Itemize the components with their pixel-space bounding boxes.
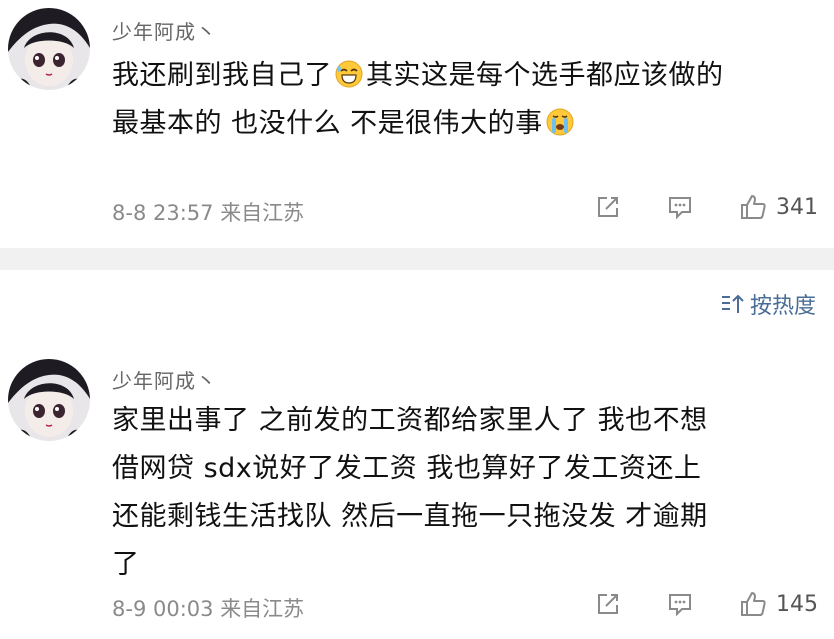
comment-actions: 145 — [594, 589, 818, 619]
share-button[interactable] — [594, 590, 622, 618]
comment-icon — [669, 594, 691, 617]
share-button[interactable] — [594, 193, 622, 221]
location: 来自江苏 — [220, 201, 305, 225]
comment-text: 我还刷到我自己了 其实这是每个选手都应该做的 最基本的 也没什么 不是很伟大的事 — [112, 52, 824, 148]
share-icon — [598, 197, 618, 217]
avatar[interactable] — [8, 359, 90, 441]
username[interactable]: 少年阿成丶 — [112, 16, 217, 45]
crying-emoji-icon — [545, 105, 575, 136]
like-button[interactable]: 145 — [738, 589, 818, 619]
comment-meta: 8-9 00:03 来自江苏 — [112, 593, 304, 623]
like-button[interactable]: 341 — [738, 192, 818, 222]
like-count: 341 — [776, 194, 818, 220]
username[interactable]: 少年阿成丶 — [112, 365, 217, 394]
timestamp: 8-8 23:57 — [112, 201, 214, 225]
reply-button[interactable] — [666, 590, 694, 618]
avatar[interactable] — [8, 8, 90, 90]
share-icon — [598, 594, 618, 614]
like-count: 145 — [776, 591, 818, 617]
thumbs-up-icon — [741, 195, 766, 219]
grin-sweat-emoji-icon — [334, 57, 364, 88]
comment-icon — [669, 197, 691, 220]
reply-button[interactable] — [666, 193, 694, 221]
sort-label: 按热度 — [749, 294, 816, 319]
comment-actions: 341 — [594, 192, 818, 222]
section-divider — [0, 248, 834, 270]
thumbs-up-icon — [741, 592, 766, 616]
comment-meta: 8-8 23:57 来自江苏 — [112, 197, 304, 227]
sort-by-hot-button[interactable]: 按热度 — [720, 288, 816, 320]
location: 来自江苏 — [220, 597, 305, 621]
timestamp: 8-9 00:03 — [112, 597, 214, 621]
sort-icon — [721, 294, 744, 313]
comment-text: 家里出事了 之前发的工资都给家里人了 我也不想 借网贷 sdx说好了发工资 我也… — [112, 405, 708, 580]
